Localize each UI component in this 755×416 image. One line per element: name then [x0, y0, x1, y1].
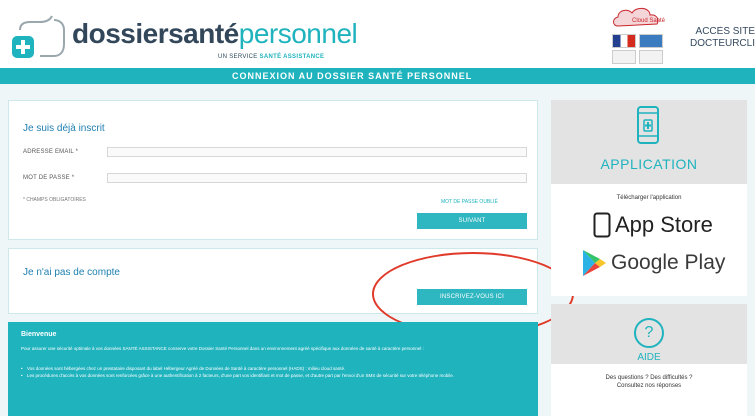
french-flag-icon: [612, 34, 636, 48]
page-title: CONNEXION AU DOSSIER SANTÉ PERSONNEL: [232, 71, 473, 81]
cnil-logo-icon: [639, 50, 663, 64]
partner-flags-row2: [612, 50, 663, 64]
application-title: APPLICATION: [600, 156, 698, 172]
help-panel[interactable]: ? AIDE Des questions ? Des difficultés ?…: [551, 304, 747, 416]
welcome-list: Vos données sont hébergées chez un prest…: [21, 365, 527, 379]
application-subtitle: Télécharger l'application: [616, 195, 682, 201]
required-note: * CHAMPS OBLIGATOIRES: [23, 197, 86, 203]
app-store-label: App Store: [615, 212, 713, 237]
phone-icon: [593, 212, 611, 238]
google-play-label: Google Play: [611, 251, 726, 274]
welcome-bullet: Les procédures d'accès à vos données son…: [21, 372, 527, 379]
smartphone-icon: [637, 106, 659, 144]
welcome-card: Bienvenue Pour assurer une sécurité opti…: [8, 322, 538, 416]
login-card: Je suis déjà inscrit ADRESSE EMAIL * MOT…: [8, 100, 538, 240]
help-inner: [551, 364, 747, 416]
help-line2[interactable]: Consultez nos réponses: [551, 382, 747, 390]
google-play-link[interactable]: Google Play: [581, 249, 725, 277]
brand-light: personnel: [238, 18, 358, 49]
welcome-bullet: Vos données sont hébergées chez un prest…: [21, 365, 527, 372]
brand-sub-bold: SANTÉ ASSISTANCE: [259, 54, 325, 60]
signup-title: Je n'ai pas de compte: [23, 267, 120, 278]
welcome-intro: Pour assurer une sécurité optimale à vos…: [21, 346, 424, 351]
app-store-link[interactable]: App Store: [593, 212, 713, 238]
asip-sante-logo-icon: [639, 34, 663, 48]
brand-name[interactable]: dossiersantépersonnel: [72, 18, 358, 50]
cloud-sante-logo-icon: Cloud Santé: [613, 7, 666, 27]
email-field[interactable]: [107, 147, 527, 157]
application-panel: APPLICATION Télécharger l'application Ap…: [551, 100, 747, 296]
password-label: MOT DE PASSE *: [23, 175, 75, 181]
brand-subtitle: UN SERVICE SANTÉ ASSISTANCE: [218, 54, 324, 60]
login-title: Je suis déjà inscrit: [23, 123, 105, 134]
ministry-logo-icon: [612, 50, 636, 64]
email-label: ADRESSE EMAIL *: [23, 149, 79, 155]
forgot-password-link[interactable]: MOT DE PASSE OUBLIÉ: [441, 199, 498, 205]
site-link-line1: ACCÈS SITE: [695, 26, 755, 37]
partner-flags-row1: [612, 34, 663, 48]
brand-mid: santé: [168, 18, 239, 49]
help-text: Des questions ? Des difficultés ? Consul…: [551, 374, 747, 390]
partner-logos: Cloud Santé: [606, 4, 674, 66]
password-field[interactable]: [107, 173, 527, 183]
help-line1: Des questions ? Des difficultés ?: [605, 375, 693, 381]
brand-bold: dossier: [72, 18, 169, 49]
site-access-link[interactable]: ACCÈS SITE DOCTEURCLI: [684, 26, 755, 50]
site-link-line2: DOCTEURCLI: [689, 38, 755, 49]
partner-label: Cloud Santé: [632, 18, 666, 24]
question-mark-icon: ?: [634, 318, 664, 348]
welcome-title: Bienvenue: [21, 331, 57, 338]
next-button[interactable]: SUIVANT: [417, 213, 527, 229]
dossier-logo-icon: [12, 15, 65, 58]
help-title: AIDE: [637, 352, 661, 363]
header: dossiersantépersonnel UN SERVICE SANTÉ A…: [0, 0, 755, 68]
google-play-icon: [583, 250, 606, 276]
brand-sub-prefix: UN SERVICE: [218, 54, 260, 60]
